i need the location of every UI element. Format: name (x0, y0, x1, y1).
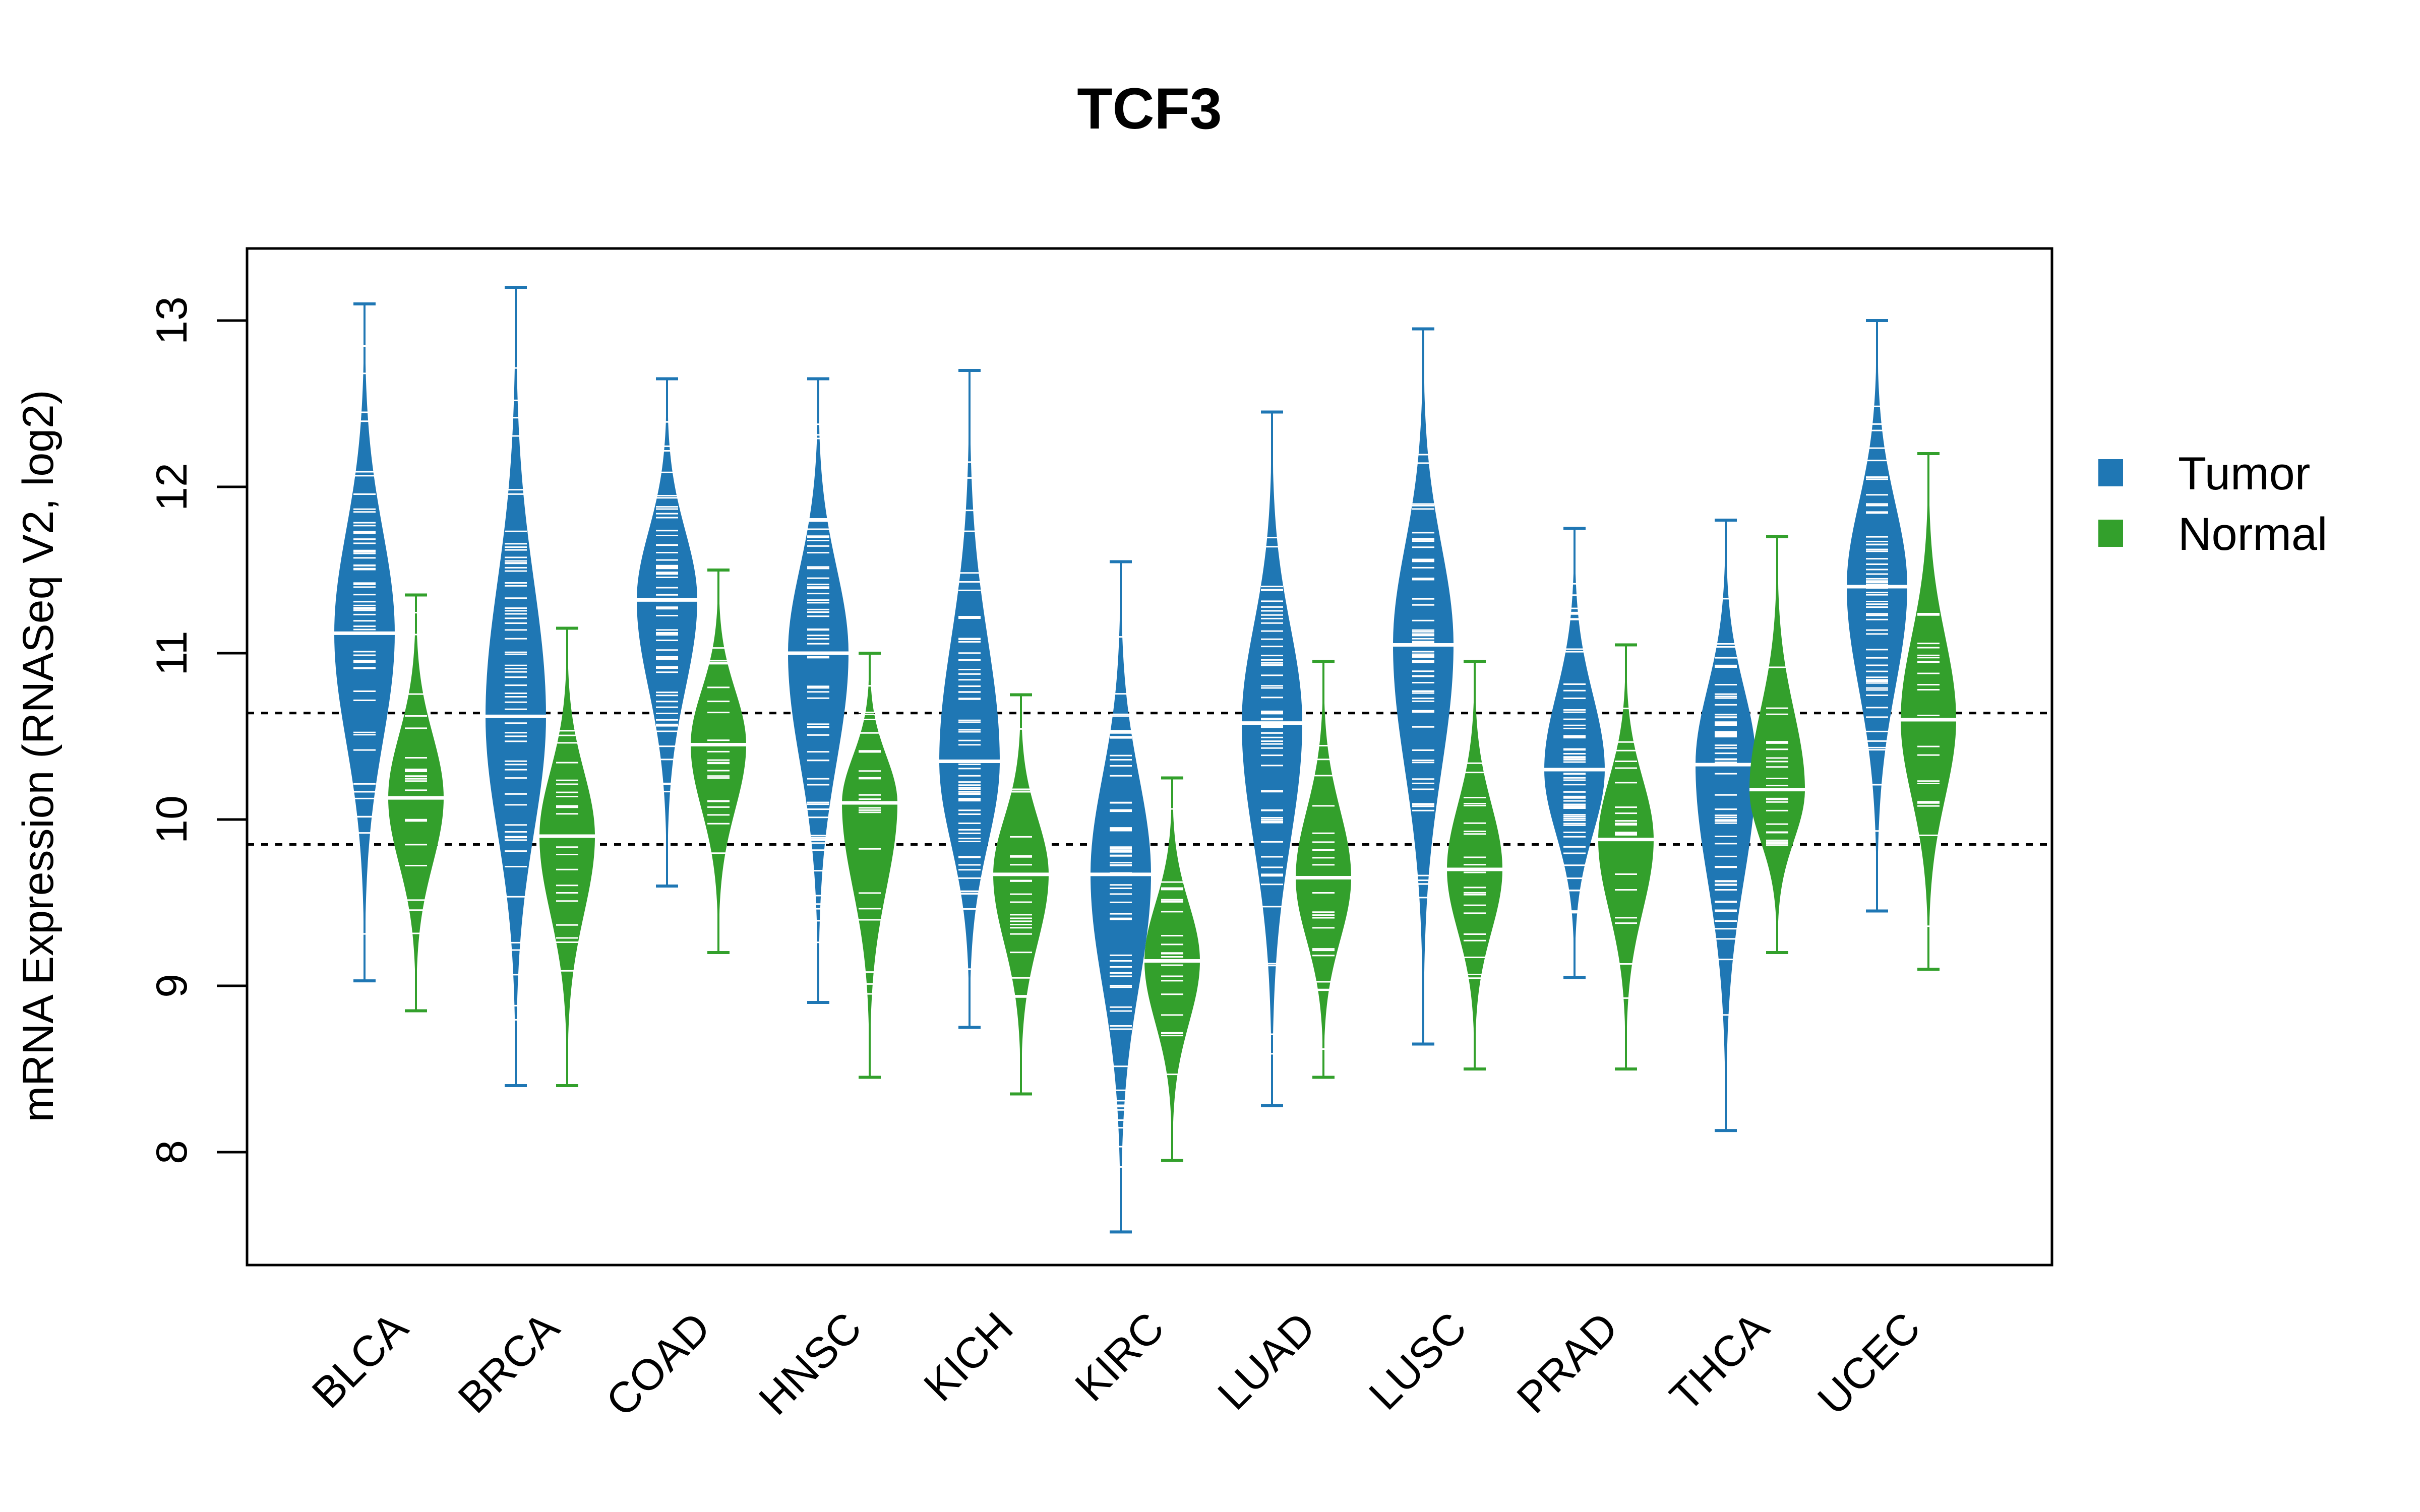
bean-density (486, 287, 546, 1086)
x-tick-label: BLCA (303, 1303, 417, 1417)
bean-tumor-kirc (1091, 560, 1151, 1234)
bean-density (539, 628, 595, 1086)
bean-density (1091, 561, 1151, 1232)
y-axis-label: mRNA Expression (RNASeq V2, log2) (14, 390, 63, 1122)
bean-density (1296, 661, 1351, 1078)
x-tick-label: UCEC (1808, 1303, 1929, 1424)
bean-tumor-lusc (1393, 327, 1454, 1046)
bean-density (1144, 778, 1200, 1161)
bean-normal-coad (691, 569, 746, 954)
x-axis: BLCA BRCA COAD HNSC KICH KIRC LUAD LUSC PRAD THCA… (303, 1303, 1930, 1426)
bean-density (1242, 412, 1302, 1106)
bean-density (1696, 520, 1756, 1131)
legend-label-normal: Normal (2178, 509, 2327, 560)
bean-normal-hnsc (842, 652, 897, 1079)
bean-normal-kirc (1144, 776, 1200, 1162)
legend-label-tumor: Tumor (2178, 448, 2310, 499)
x-tick-label: COAD (597, 1303, 720, 1426)
x-tick-label: PRAD (1508, 1303, 1627, 1423)
bean-density (1393, 329, 1454, 1044)
x-tick-label: KIRC (1066, 1303, 1173, 1411)
x-tick-label: BRCA (449, 1303, 569, 1422)
bean-normal-thca (1749, 535, 1805, 954)
bean-density (334, 304, 395, 981)
bean-normal-luad (1296, 660, 1351, 1079)
bean-normal-ucec (1901, 452, 1956, 971)
y-tick-label: 10 (148, 795, 196, 844)
x-tick-label: LUAD (1208, 1303, 1324, 1419)
legend-swatch-normal (2098, 520, 2123, 547)
chart-title: TCF3 (1077, 77, 1222, 141)
y-tick-label: 9 (148, 974, 196, 998)
y-tick-label: 12 (148, 463, 196, 511)
bean-tumor-luad (1242, 410, 1302, 1107)
beanplot-chart: TCF3 mRNA Expression (RNASeq V2, log2) 8… (14, 77, 2327, 1426)
x-tick-label: KICH (915, 1303, 1022, 1411)
bean-tumor-thca (1696, 519, 1756, 1132)
legend: Tumor Normal (2098, 448, 2327, 560)
x-tick-label: HNSC (750, 1303, 871, 1424)
bean-normal-brca (539, 626, 595, 1087)
bean-tumor-brca (486, 286, 546, 1087)
bean-normal-lusc (1447, 660, 1502, 1070)
y-tick-label: 13 (148, 296, 196, 345)
bean-tumor-kich (939, 369, 1000, 1029)
beans (334, 286, 1956, 1234)
x-tick-label: LUSC (1360, 1303, 1476, 1419)
bean-normal-kich (993, 693, 1049, 1096)
bean-tumor-ucec (1847, 319, 1907, 913)
bean-density (1901, 454, 1956, 969)
bean-density (842, 653, 897, 1078)
bean-tumor-hnsc (788, 377, 849, 1004)
bean-tumor-blca (334, 302, 395, 983)
x-tick-label: THCA (1661, 1303, 1779, 1421)
y-tick-label: 8 (148, 1140, 196, 1164)
bean-normal-blca (388, 593, 444, 1013)
bean-density (1749, 537, 1805, 953)
y-tick-label: 11 (148, 631, 196, 675)
bean-normal-prad (1598, 643, 1654, 1070)
bean-density (691, 570, 746, 953)
bean-tumor-coad (637, 377, 697, 888)
bean-density (388, 595, 444, 1011)
y-axis: 8 9 10 11 12 13 (148, 296, 247, 1164)
bean-tumor-prad (1544, 527, 1605, 979)
legend-swatch-tumor (2098, 459, 2123, 486)
